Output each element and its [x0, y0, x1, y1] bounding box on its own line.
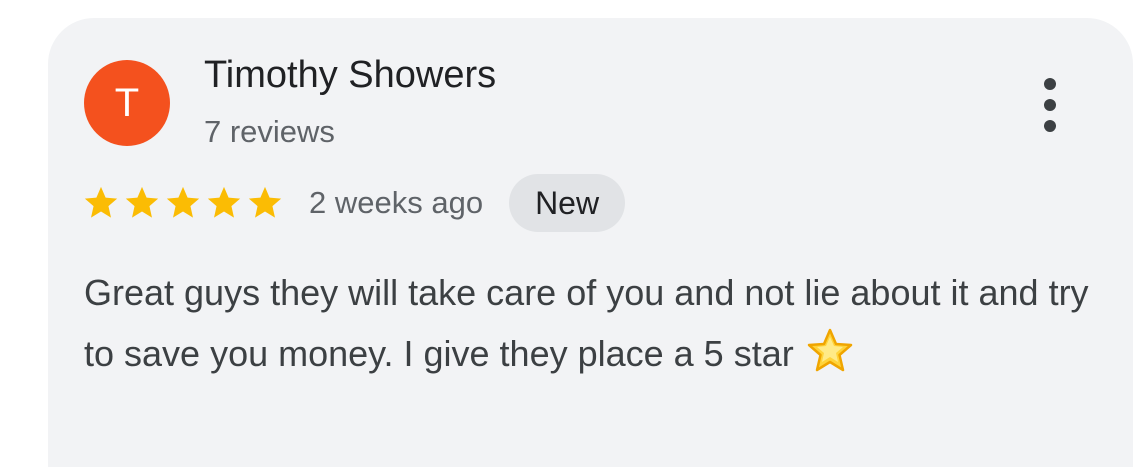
avatar[interactable]: T	[84, 60, 170, 146]
rating-row: 2 weeks ago New	[82, 174, 626, 232]
new-badge: New	[509, 174, 626, 232]
review-text: Great guys they will take care of you an…	[84, 262, 1094, 384]
star-icon	[248, 186, 282, 218]
star-icon	[207, 186, 241, 218]
review-card: T Timothy Showers 7 reviews 2 weeks ago …	[48, 18, 1133, 467]
review-text-content: Great guys they will take care of you an…	[84, 272, 1089, 374]
star-rating	[82, 184, 287, 222]
more-options-button[interactable]	[1032, 78, 1068, 132]
star-icon	[125, 186, 159, 218]
star-icon	[84, 186, 118, 218]
more-vert-icon-dot	[1044, 120, 1056, 132]
reviewer-name[interactable]: Timothy Showers	[204, 54, 496, 97]
reviewer-review-count: 7 reviews	[204, 114, 335, 149]
glowing-star-icon	[807, 328, 852, 372]
star-icon	[166, 186, 200, 218]
more-vert-icon	[1044, 78, 1056, 90]
more-vert-icon-dot	[1044, 99, 1056, 111]
review-time: 2 weeks ago	[309, 185, 484, 220]
